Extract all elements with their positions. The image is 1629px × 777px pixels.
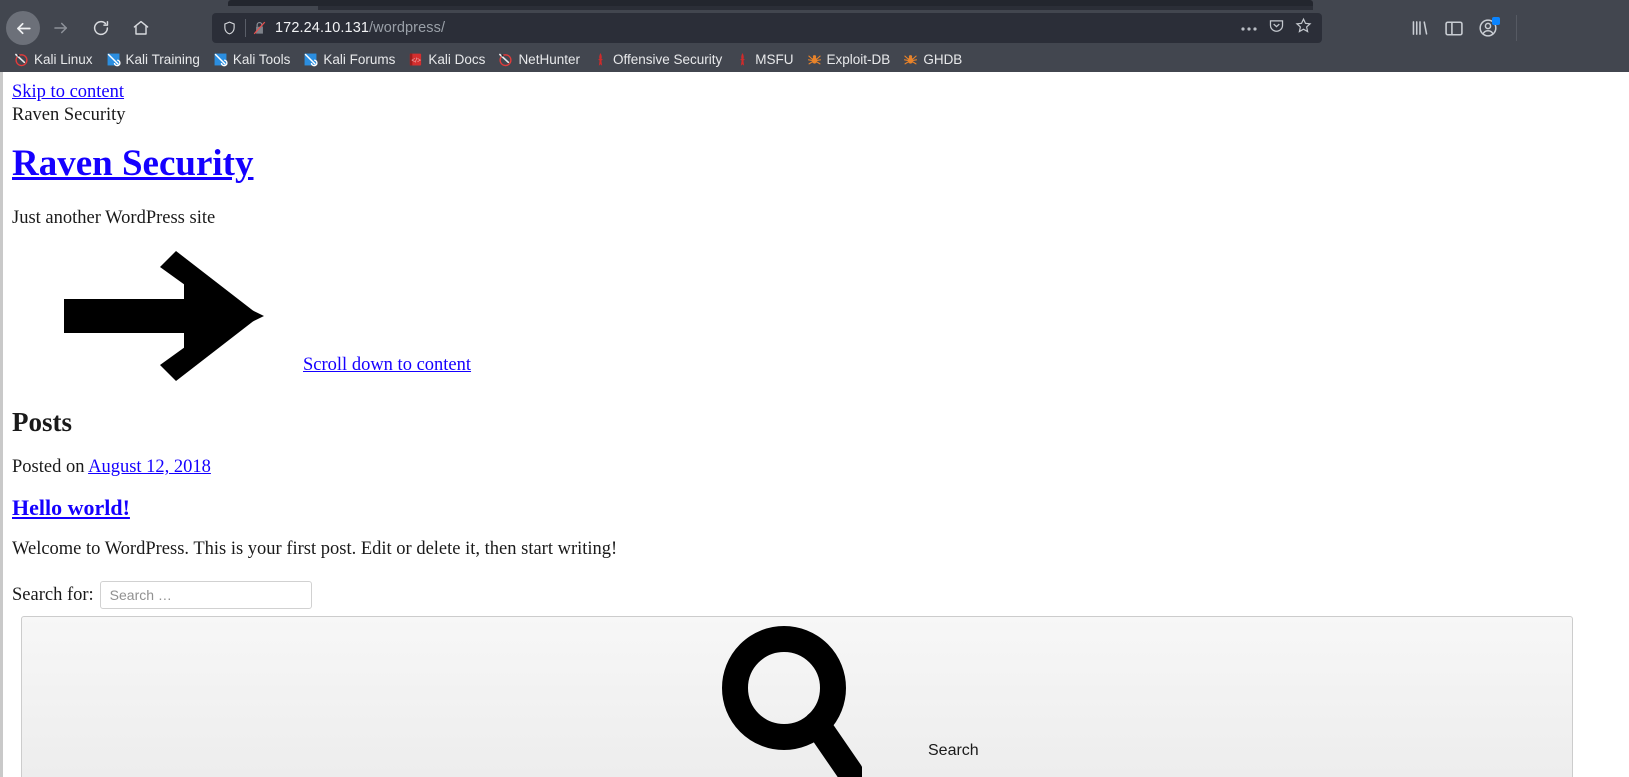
offsec-dragon-icon	[597, 52, 603, 66]
bookmark-nethunter[interactable]: NetHunter	[498, 52, 580, 67]
posts-heading: Posts	[12, 406, 72, 437]
page-content: Skip to content Raven Security Raven Sec…	[3, 82, 1629, 777]
magnifier-icon	[722, 626, 862, 777]
insecure-connection-icon[interactable]	[252, 20, 267, 36]
page-viewport: Skip to content Raven Security Raven Sec…	[0, 72, 1629, 777]
skip-to-content-link[interactable]: Skip to content	[12, 82, 1621, 103]
bookmark-kali-tools[interactable]: Kali Tools	[213, 51, 291, 67]
arrow-left-icon	[16, 22, 31, 34]
arrow-right-icon	[54, 22, 68, 34]
sidebar-icon	[1445, 20, 1463, 36]
url-bar[interactable]: 172.24.10.131/wordpress/	[212, 13, 1322, 43]
bookmark-label: Kali Docs	[428, 51, 486, 67]
site-description: Just another WordPress site	[12, 207, 216, 228]
bookmark-star-icon[interactable]	[1295, 17, 1312, 39]
post-excerpt: Welcome to WordPress. This is your first…	[12, 539, 618, 560]
url-path: /wordpress/	[369, 20, 446, 36]
bookmark-label: NetHunter	[518, 51, 580, 67]
bookmark-ghdb[interactable]: GHDB	[903, 52, 962, 67]
urlbar-divider	[245, 19, 246, 37]
scroll-down-to-content-link[interactable]: Scroll down to content	[303, 355, 471, 376]
tracking-protection-shield-icon[interactable]	[222, 20, 237, 36]
post-title-link[interactable]: Hello world!	[12, 495, 130, 520]
offsec-dragon-icon	[740, 52, 746, 66]
bookmark-offensive-security[interactable]: Offensive Security	[593, 52, 722, 67]
home-icon	[133, 20, 149, 35]
bookmark-label: Kali Forums	[323, 51, 396, 67]
kali-dragon-red-icon	[499, 53, 513, 66]
scroll-down-section: Scroll down to content	[12, 237, 1621, 401]
kali-docs-book-icon: </>	[410, 53, 422, 65]
bookmark-kali-docs[interactable]: </> Kali Docs	[408, 52, 485, 67]
forward-button[interactable]	[44, 11, 78, 45]
bookmark-label: Kali Tools	[232, 51, 291, 67]
search-form-row: Search for:	[12, 581, 1621, 610]
toolbar-divider	[1516, 15, 1517, 41]
browser-toolbar-right	[1410, 15, 1517, 41]
site-title-link[interactable]: Raven Security	[12, 143, 254, 184]
account-notification-badge	[1492, 17, 1500, 25]
bookmark-kali-linux[interactable]: Kali Linux	[14, 52, 93, 67]
search-submit-button[interactable]: Search	[21, 616, 1573, 777]
spider-icon	[807, 54, 821, 64]
bookmark-label: Kali Linux	[34, 51, 93, 67]
kali-dragon-blue-icon	[304, 53, 318, 66]
kali-dragon-blue-icon	[214, 53, 228, 66]
bookmark-label: Kali Training	[125, 51, 200, 67]
bookmark-kali-forums[interactable]: Kali Forums	[303, 52, 395, 67]
posted-on-prefix: Posted on	[12, 457, 89, 478]
url-host: 172.24.10.131	[275, 20, 370, 36]
bookmark-exploit-db[interactable]: Exploit-DB	[807, 51, 891, 67]
search-for-label: Search for:	[12, 584, 94, 605]
pocket-icon[interactable]	[1268, 17, 1285, 39]
arrow-right-icon	[64, 250, 264, 381]
reload-button[interactable]	[84, 11, 118, 45]
account-button[interactable]	[1478, 17, 1500, 38]
bookmark-label: GHDB	[923, 51, 963, 67]
bookmark-kali-training[interactable]: Kali Training	[106, 52, 200, 67]
home-button[interactable]	[124, 11, 158, 45]
reload-icon	[93, 20, 109, 36]
site-name-text: Raven Security	[12, 105, 126, 126]
search-submit-label: Search	[928, 742, 979, 760]
tab-strip[interactable]	[0, 0, 1629, 10]
library-button[interactable]	[1410, 19, 1430, 37]
urlbar-action-icons	[1240, 17, 1316, 39]
back-button[interactable]	[6, 11, 40, 45]
kali-dragon-blue-icon	[107, 53, 121, 66]
url-text[interactable]: 172.24.10.131/wordpress/	[275, 20, 1240, 36]
library-icon	[1412, 21, 1428, 35]
svg-text:</>: </>	[412, 57, 422, 64]
posted-on-line: Posted on August 12, 2018	[12, 457, 1621, 478]
page-actions-button[interactable]	[1240, 19, 1258, 37]
kali-dragon-red-icon	[15, 53, 28, 66]
bookmark-label: Exploit-DB	[826, 51, 891, 67]
bookmark-msfu[interactable]: MSFU	[735, 51, 794, 67]
post-date-link[interactable]: August 12, 2018	[88, 457, 211, 477]
sidebars-button[interactable]	[1444, 20, 1464, 37]
navigation-toolbar: 172.24.10.131/wordpress/	[0, 10, 1629, 46]
site-title-heading: Raven Security	[12, 143, 1621, 184]
post-title: Hello world!	[12, 495, 1621, 521]
bookmark-label: MSFU	[755, 51, 794, 67]
browser-chrome: 172.24.10.131/wordpress/ Kali Linux Kali…	[0, 0, 1629, 72]
bookmarks-bar: Kali Linux Kali Training Kali Tools Kali…	[0, 46, 1629, 72]
bookmark-label: Offensive Security	[612, 51, 723, 67]
search-input[interactable]	[99, 581, 312, 610]
spider-icon	[904, 54, 918, 64]
